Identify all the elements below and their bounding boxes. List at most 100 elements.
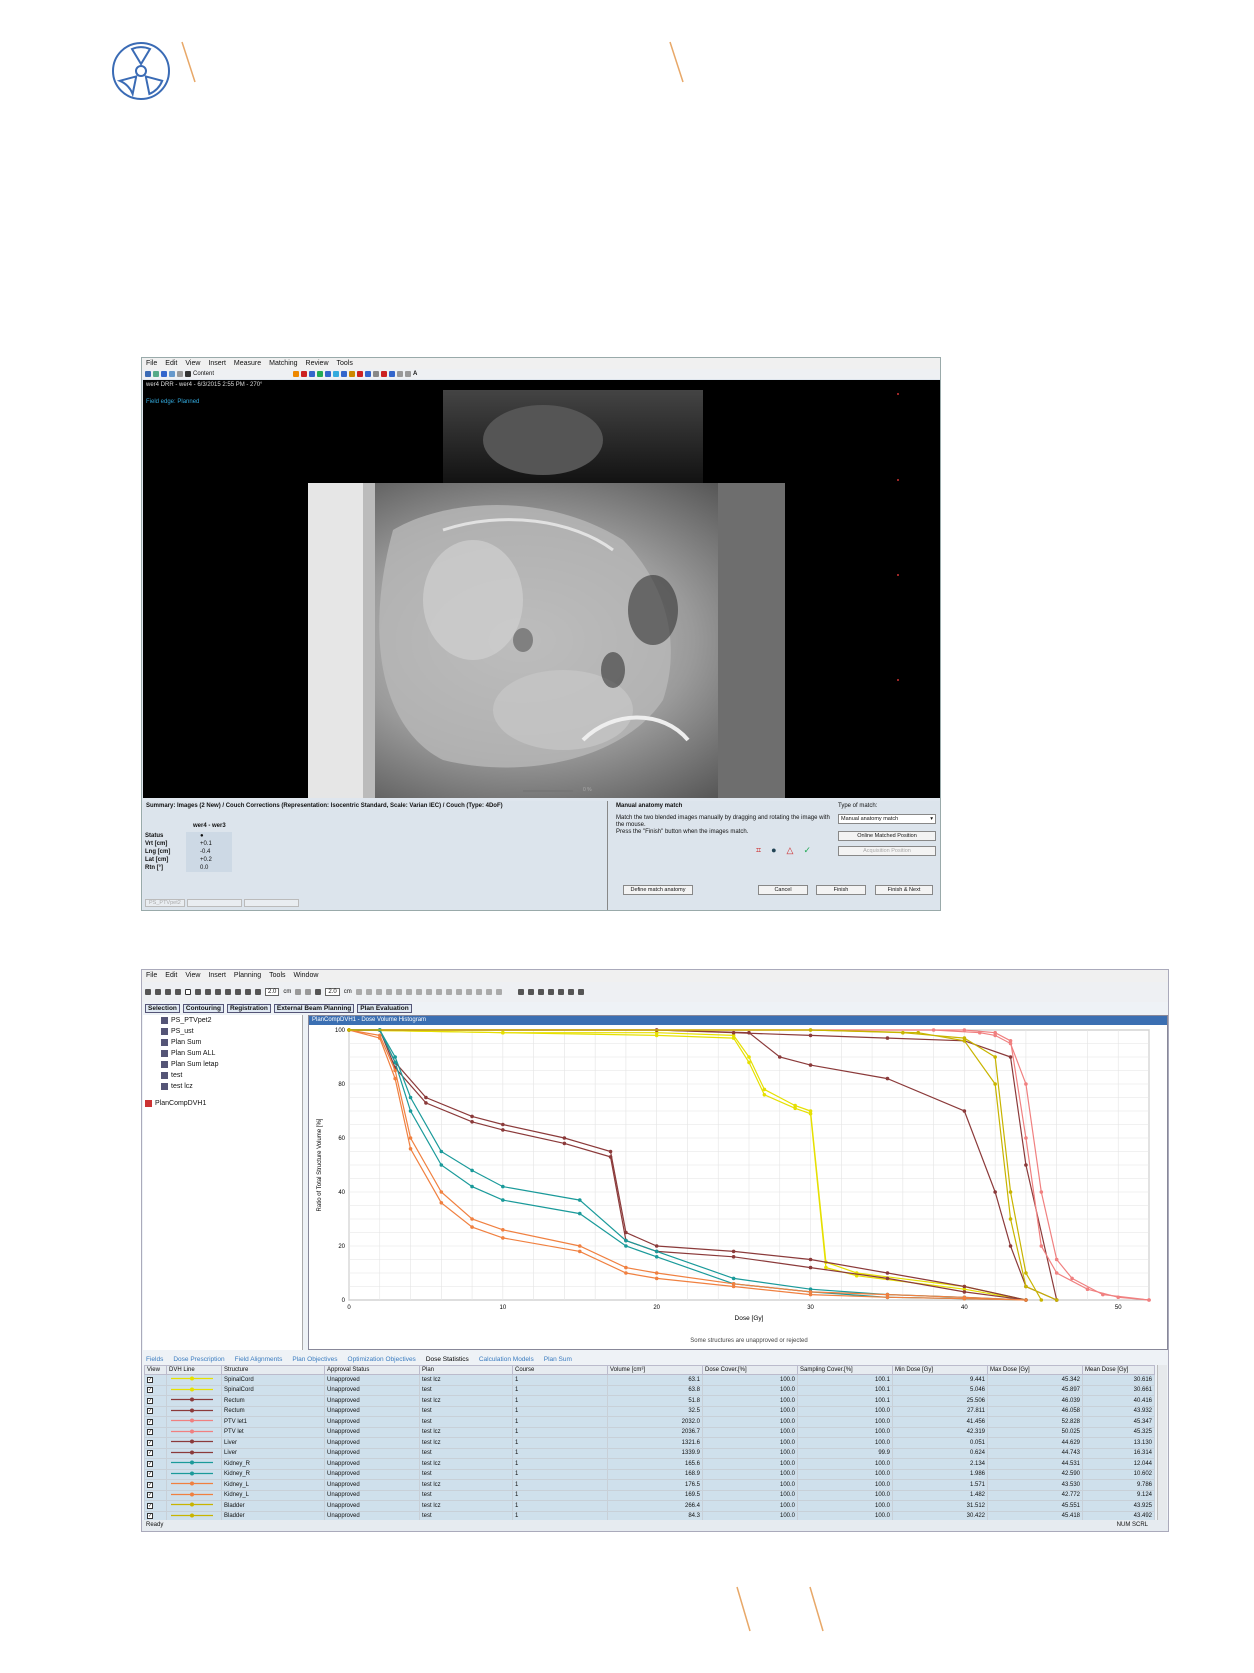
dvh-line-swatch[interactable] xyxy=(169,1501,215,1508)
menu-insert[interactable]: Insert xyxy=(208,358,226,369)
tree-item[interactable]: Plan Sum ALL xyxy=(143,1048,302,1059)
menu-matching[interactable]: Matching xyxy=(269,358,297,369)
column-header[interactable]: Dose Cover.[%] xyxy=(702,1365,798,1375)
view-checkbox[interactable]: ✓ xyxy=(147,1460,153,1467)
rotate-icon[interactable] xyxy=(235,989,241,995)
column-header[interactable]: View xyxy=(144,1365,167,1375)
open-icon[interactable] xyxy=(145,371,151,377)
table-row[interactable]: ✓ Kidney_R Unapproved test lcz 1 165.6 100.0 10… xyxy=(144,1458,1155,1470)
table-icon[interactable] xyxy=(527,989,534,995)
print-icon[interactable] xyxy=(397,371,403,377)
view-checkbox[interactable]: ✓ xyxy=(147,1376,153,1383)
eye-icon[interactable]: ● xyxy=(771,845,776,856)
panel-tab-optimization-objectives[interactable]: Optimization Objectives xyxy=(348,1356,416,1363)
ruler-icon[interactable] xyxy=(255,989,261,995)
column-header[interactable]: Max Dose [Gy] xyxy=(987,1365,1083,1375)
table-row[interactable]: ✓ Liver Unapproved test 1 1339.9 100.0 99.9 0.62… xyxy=(144,1447,1155,1459)
tree-item[interactable]: Plan Sum letap xyxy=(143,1059,302,1070)
finish-button[interactable]: Finish xyxy=(816,885,866,895)
tool-icon[interactable] xyxy=(465,989,472,995)
dvh-line-swatch[interactable] xyxy=(169,1375,215,1382)
view-checkbox[interactable]: ✓ xyxy=(147,1387,153,1394)
view-checkbox[interactable]: ✓ xyxy=(147,1492,153,1499)
tab-3[interactable] xyxy=(243,899,299,907)
marker-icon[interactable] xyxy=(357,371,363,377)
tool-icon[interactable] xyxy=(435,989,442,995)
view-checkbox[interactable]: ✓ xyxy=(147,1471,153,1478)
zoom-in-icon[interactable] xyxy=(205,989,211,995)
histogram-icon[interactable] xyxy=(195,989,201,995)
tool-icon[interactable] xyxy=(365,989,372,995)
view-checkbox[interactable]: ✓ xyxy=(147,1450,153,1457)
tool-icon[interactable] xyxy=(475,989,482,995)
overlay-icon[interactable] xyxy=(325,371,331,377)
record-icon[interactable] xyxy=(381,371,387,377)
content-dropdown[interactable]: Content xyxy=(193,371,263,377)
tab-plan-evaluation[interactable]: Plan Evaluation xyxy=(357,1003,412,1013)
view-checkbox[interactable]: ✓ xyxy=(147,1418,153,1425)
camera-icon[interactable] xyxy=(373,371,379,377)
table-row[interactable]: ✓ Rectum Unapproved test 1 32.5 100.0 100.0 27.8… xyxy=(144,1405,1155,1417)
tree-item[interactable]: PS_PTVpet2 xyxy=(143,1015,302,1026)
column-header[interactable]: Mean Dose [Gy] xyxy=(1082,1365,1155,1375)
tool-icon[interactable] xyxy=(455,989,462,995)
column-header[interactable]: Course xyxy=(512,1365,608,1375)
define-match-anatomy-button[interactable]: Define match anatomy xyxy=(623,885,693,895)
layout-icon[interactable] xyxy=(169,371,175,377)
tab-external-beam-planning[interactable]: External Beam Planning xyxy=(273,1003,355,1013)
dvh-chart[interactable]: 0 10 20 30 40 50 0 20 40 60 80 100 Dose [Gy] Ratio of… xyxy=(309,1025,1167,1349)
view-checkbox[interactable]: ✓ xyxy=(147,1408,153,1415)
tool-icon[interactable] xyxy=(355,989,362,995)
panel-tab-plan-objectives[interactable]: Plan Objectives xyxy=(292,1356,337,1363)
acquisition-position-button[interactable]: Acquisition Position xyxy=(838,846,936,856)
pan-icon[interactable] xyxy=(293,371,299,377)
window-icon[interactable] xyxy=(547,989,554,995)
column-header[interactable]: Volume [cm³] xyxy=(607,1365,703,1375)
tool-icon[interactable] xyxy=(375,989,382,995)
column-header[interactable]: Sampling Cover.[%] xyxy=(797,1365,893,1375)
dvh-line-swatch[interactable] xyxy=(169,1396,215,1403)
check-icon[interactable]: ✓ xyxy=(803,845,811,856)
clock-icon[interactable] xyxy=(315,989,322,995)
dvh-icon[interactable] xyxy=(577,989,584,995)
tree-item[interactable]: PS_ust xyxy=(143,1026,302,1037)
menu-edit[interactable]: Edit xyxy=(165,358,177,369)
layout-icon[interactable] xyxy=(557,989,564,995)
panel-icon[interactable] xyxy=(567,989,574,995)
measure-icon[interactable] xyxy=(245,989,251,995)
tool-icon[interactable] xyxy=(395,989,402,995)
tab-registration[interactable]: Registration xyxy=(226,1003,271,1013)
text-icon[interactable]: A xyxy=(413,371,417,377)
grid-icon[interactable] xyxy=(161,371,167,377)
menu-insert[interactable]: Insert xyxy=(208,970,226,982)
menu-file[interactable]: File xyxy=(146,970,157,982)
view-checkbox[interactable]: ✓ xyxy=(147,1513,153,1520)
column-header[interactable]: Plan xyxy=(419,1365,513,1375)
table-row[interactable]: ✓ PTV let1 Unapproved test 1 2032.0 100.0 100.0… xyxy=(144,1416,1155,1428)
menu-tools[interactable]: Tools xyxy=(269,970,285,982)
dvh-line-swatch[interactable] xyxy=(169,1459,215,1466)
tree-item[interactable]: Plan Sum xyxy=(143,1037,302,1048)
dvh-line-swatch[interactable] xyxy=(169,1386,215,1393)
tool-icon[interactable] xyxy=(405,989,412,995)
info-icon[interactable] xyxy=(175,989,181,995)
tool-icon[interactable] xyxy=(485,989,492,995)
table-row[interactable]: ✓ Liver Unapproved test lcz 1 1321.6 100.0 100.… xyxy=(144,1437,1155,1449)
column-header[interactable]: Approval Status xyxy=(324,1365,420,1375)
screen-icon[interactable] xyxy=(389,371,395,377)
tool-icon[interactable] xyxy=(445,989,452,995)
open-icon[interactable] xyxy=(145,989,151,995)
graph-icon[interactable] xyxy=(537,989,544,995)
panel-tab-field-alignments[interactable]: Field Alignments xyxy=(235,1356,283,1363)
pen-icon[interactable] xyxy=(349,371,355,377)
table-row[interactable]: ✓ PTV let Unapproved test lcz 1 2036.7 100.0 10… xyxy=(144,1426,1155,1438)
dvh-line-swatch[interactable] xyxy=(169,1449,215,1456)
tool-icon[interactable] xyxy=(425,989,432,995)
column-header[interactable]: DVH Line xyxy=(166,1365,222,1375)
type-of-match-select[interactable]: Manual anatomy match ▾ xyxy=(838,814,936,824)
contrast-icon[interactable] xyxy=(185,371,191,377)
save-icon[interactable] xyxy=(153,371,159,377)
pan-icon[interactable] xyxy=(225,989,231,995)
dvh-line-swatch[interactable] xyxy=(169,1512,215,1519)
blend-icon[interactable] xyxy=(309,371,315,377)
